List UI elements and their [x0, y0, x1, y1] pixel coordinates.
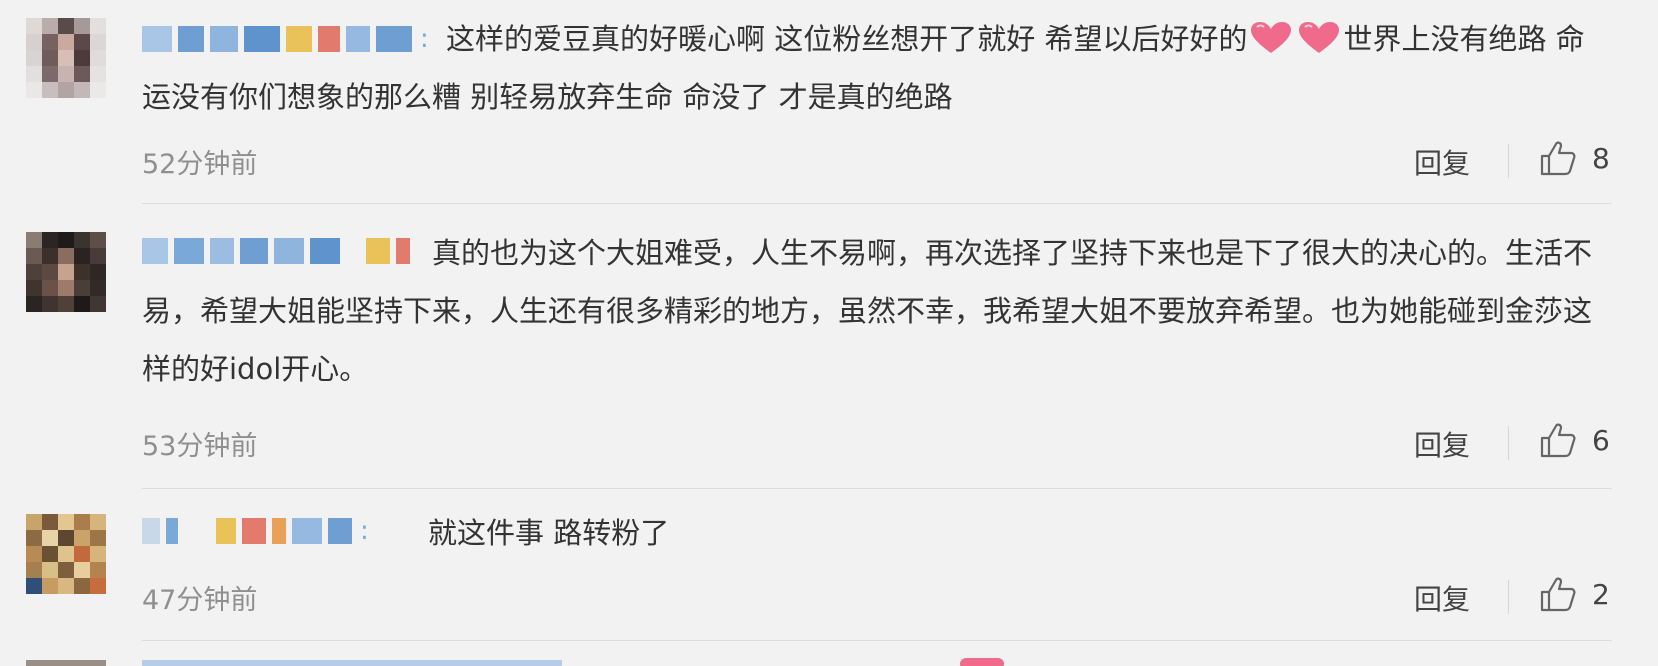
- action-divider: [1508, 580, 1509, 614]
- comment-text-part1: 这样的爱豆真的好暖心啊 这位粉丝想开了就好 希望以后好好的: [446, 22, 1248, 56]
- reply-button[interactable]: 回复: [1414, 578, 1470, 618]
- reply-button[interactable]: 回复: [1414, 142, 1470, 182]
- heart-emoji-icon: [960, 658, 1004, 666]
- like-count: 6: [1592, 424, 1610, 457]
- avatar[interactable]: [26, 232, 106, 312]
- action-divider: [1508, 426, 1509, 460]
- avatar[interactable]: [26, 514, 106, 594]
- comment-divider: [142, 203, 1612, 204]
- comment-time: 52分钟前: [142, 149, 258, 180]
- comment-text: 真的也为这个大姐难受，人生不易啊，再次选择了坚持下来也是下了很大的决心的。生活不…: [142, 236, 1593, 386]
- action-divider: [1508, 144, 1509, 178]
- comment-feed: : 这样的爱豆真的好暖心啊 这位粉丝想开了就好 希望以后好好的 世界上没有绝路 命…: [0, 0, 1658, 666]
- username-pixelated: [142, 660, 562, 666]
- comment-text: 这样的爱豆真的好暖心啊 这位粉丝想开了就好 希望以后好好的 世界上没有绝路 命运没…: [142, 10, 1602, 126]
- thumbs-up-icon[interactable]: [1538, 420, 1578, 460]
- comment-time: 53分钟前: [142, 431, 258, 462]
- comment-divider: [142, 488, 1612, 489]
- like-count: 8: [1592, 142, 1610, 175]
- next-comment-partial: [0, 656, 1658, 666]
- like-count: 2: [1592, 578, 1610, 611]
- avatar[interactable]: [26, 18, 106, 98]
- thumbs-up-icon[interactable]: [1538, 574, 1578, 614]
- reply-button[interactable]: 回复: [1414, 424, 1470, 464]
- heart-emoji-icon: [1299, 22, 1340, 53]
- comment-time: 47分钟前: [142, 585, 258, 616]
- avatar: [26, 660, 106, 666]
- comment-text: 就这件事 路转粉了: [428, 516, 670, 550]
- comment-divider: [142, 640, 1612, 641]
- heart-emoji-icon: [1251, 22, 1292, 53]
- thumbs-up-icon[interactable]: [1538, 138, 1578, 178]
